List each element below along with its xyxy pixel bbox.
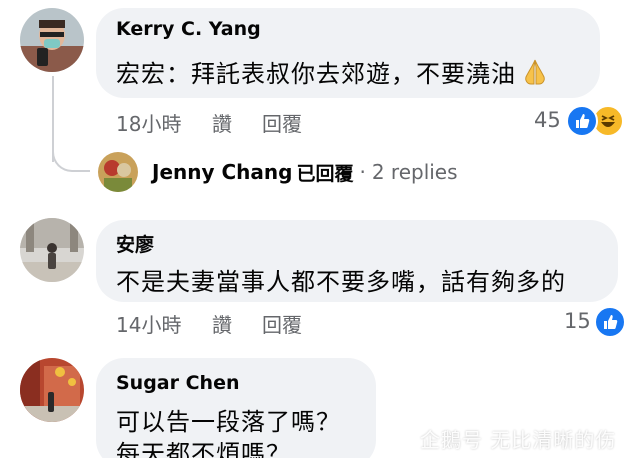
- reply-button[interactable]: 回覆: [262, 309, 302, 338]
- comment-text: 不是夫妻當事人都不要多嘴，話有夠多的: [116, 268, 566, 296]
- comment-author[interactable]: 安廖: [116, 230, 154, 257]
- watermark-text: 企鵝号 无比清晰的伤: [420, 428, 617, 452]
- reply-summary-name[interactable]: Jenny Chang: [152, 160, 292, 184]
- reply-summary[interactable]: Jenny Chang 已回覆 · 2 replies: [152, 158, 458, 186]
- reaction-count[interactable]: 45: [534, 108, 561, 132]
- reply-button[interactable]: 回覆: [262, 108, 302, 137]
- avatar-sugar[interactable]: [20, 358, 84, 422]
- like-reaction-icon: [594, 306, 626, 338]
- comment-text-line-2: 每天都不煩嗎？…: [116, 440, 316, 458]
- avatar-kerry[interactable]: [20, 8, 84, 72]
- comment-text-body: 宏宏：拜託表叔你去郊遊，不要澆油: [116, 60, 516, 88]
- comment-author[interactable]: Kerry C. Yang: [116, 18, 261, 40]
- comment-time[interactable]: 14小時: [116, 309, 181, 338]
- comment-author[interactable]: Sugar Chen: [116, 372, 240, 394]
- avatar-jenny[interactable]: [98, 152, 138, 192]
- reaction-count[interactable]: 15: [564, 309, 591, 333]
- pray-emoji-icon: [520, 57, 550, 87]
- reply-summary-separator: ·: [359, 160, 366, 184]
- thread-line-curve: [52, 140, 90, 172]
- reply-summary-action: 已回覆: [296, 162, 354, 185]
- like-reaction-icon: [566, 105, 598, 137]
- reply-summary-count[interactable]: 2 replies: [372, 160, 458, 184]
- comment-time[interactable]: 18小時: [116, 108, 181, 137]
- avatar-liao[interactable]: [20, 218, 84, 282]
- penguin-logo-icon: [390, 422, 416, 448]
- like-button[interactable]: 讚: [212, 309, 232, 338]
- comment-text-line-1: 可以告一段落了嗎？: [116, 408, 341, 436]
- like-button[interactable]: 讚: [212, 108, 232, 137]
- comment-text: 宏宏：拜託表叔你去郊遊，不要澆油: [116, 54, 550, 89]
